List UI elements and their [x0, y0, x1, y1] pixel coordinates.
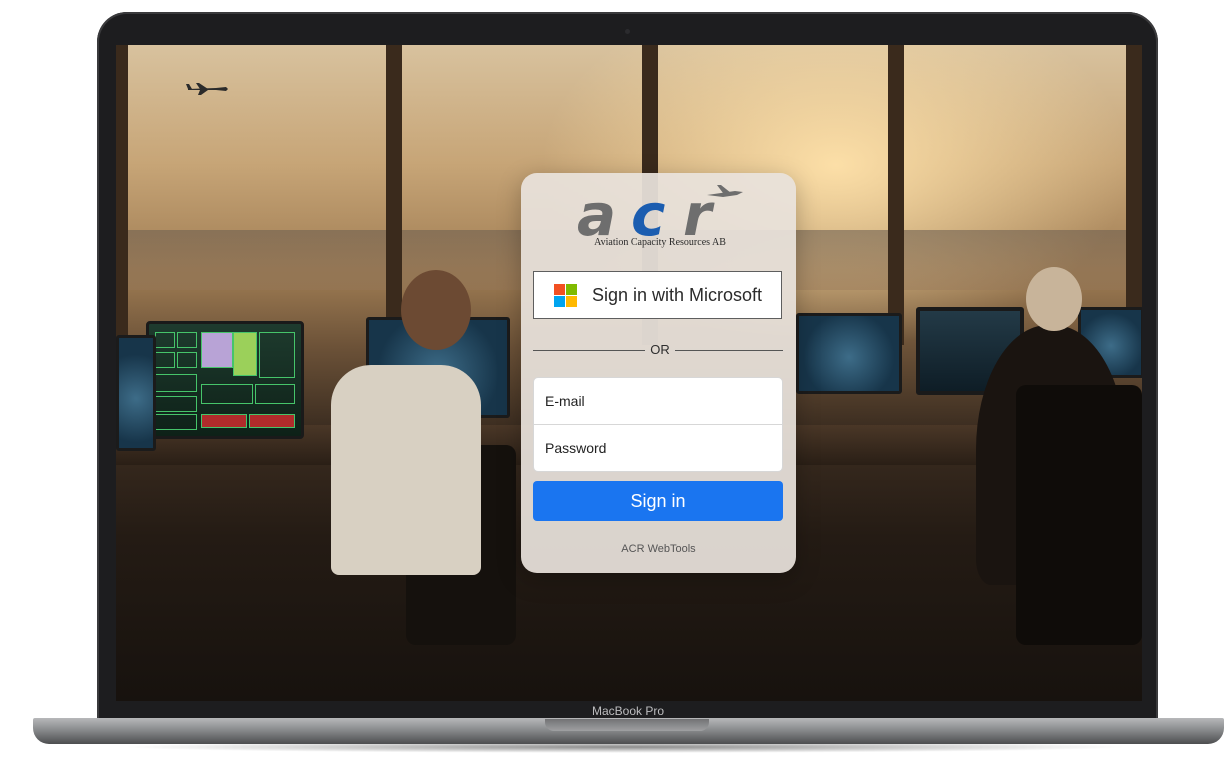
window-frame	[386, 45, 402, 345]
microsoft-signin-button[interactable]: Sign in with Microsoft	[533, 271, 782, 319]
window-frame	[888, 45, 904, 345]
app-name-footer: ACR WebTools	[621, 543, 696, 555]
device-label: MacBook Pro	[591, 704, 665, 718]
svg-text:c: c	[631, 183, 665, 245]
touch-console	[146, 321, 304, 439]
logo-caption: Aviation Capacity Resources AB	[594, 237, 726, 248]
controller-head	[401, 270, 471, 350]
svg-text:a: a	[577, 183, 616, 245]
microsoft-logo-icon	[554, 283, 577, 307]
email-field[interactable]	[533, 377, 783, 425]
password-field[interactable]	[533, 424, 783, 472]
chair	[1016, 385, 1142, 645]
or-divider: OR	[650, 342, 670, 357]
radar-display	[796, 313, 902, 394]
camera-dot	[625, 29, 630, 34]
microsoft-signin-label: Sign in with Microsoft	[592, 284, 763, 305]
sign-in-button[interactable]: Sign in	[533, 481, 783, 521]
acr-logo: a c r	[577, 183, 743, 245]
divider-line-left	[533, 350, 645, 351]
radar-display	[116, 335, 156, 451]
window-frame	[116, 45, 128, 345]
controller-head	[1026, 267, 1082, 331]
divider-line-right	[675, 350, 783, 351]
laptop-hinge-notch	[545, 719, 709, 731]
controller-person	[331, 365, 481, 575]
window-frame	[1126, 45, 1142, 345]
svg-text:r: r	[683, 183, 715, 245]
airplane-icon	[186, 83, 228, 95]
